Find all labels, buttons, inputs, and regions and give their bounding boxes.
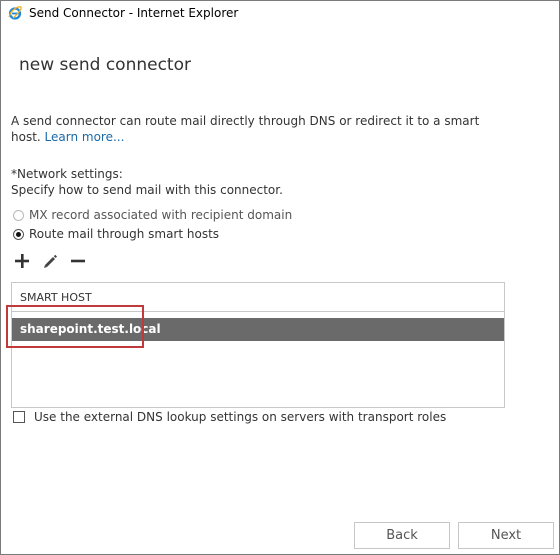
dialog-window: Send Connector - Internet Explorer new s…	[0, 0, 560, 555]
page-title: new send connector	[19, 55, 191, 75]
description: A send connector can route mail directly…	[11, 113, 511, 145]
network-settings-subheading: Specify how to send mail with this conne…	[11, 183, 283, 197]
external-dns-option[interactable]: Use the external DNS lookup settings on …	[13, 409, 446, 425]
external-dns-label: Use the external DNS lookup settings on …	[34, 410, 447, 424]
network-settings-heading: *Network settings:	[11, 167, 123, 181]
radio-mx-record[interactable]: MX record associated with recipient doma…	[13, 207, 292, 223]
highlight-box	[6, 305, 144, 348]
back-button[interactable]: Back	[354, 522, 450, 549]
pencil-icon[interactable]	[41, 252, 59, 270]
radio-label-mx: MX record associated with recipient doma…	[29, 208, 293, 222]
radio-smart-hosts[interactable]: Route mail through smart hosts	[13, 226, 219, 242]
radio-button-smart-hosts[interactable]	[13, 228, 24, 240]
next-button[interactable]: Next	[458, 522, 554, 549]
window-title: Send Connector - Internet Explorer	[29, 6, 239, 20]
plus-icon[interactable]	[13, 252, 31, 270]
external-dns-checkbox[interactable]	[13, 411, 25, 423]
radio-label-smart-hosts: Route mail through smart hosts	[29, 227, 220, 241]
internet-explorer-icon	[7, 5, 23, 21]
smart-host-toolbar	[13, 252, 87, 270]
learn-more-link[interactable]: Learn more...	[45, 130, 125, 144]
title-bar: Send Connector - Internet Explorer	[1, 1, 559, 25]
column-header-label: SMART HOST	[20, 291, 92, 304]
radio-button-mx[interactable]	[13, 209, 24, 221]
minus-icon[interactable]	[69, 252, 87, 270]
